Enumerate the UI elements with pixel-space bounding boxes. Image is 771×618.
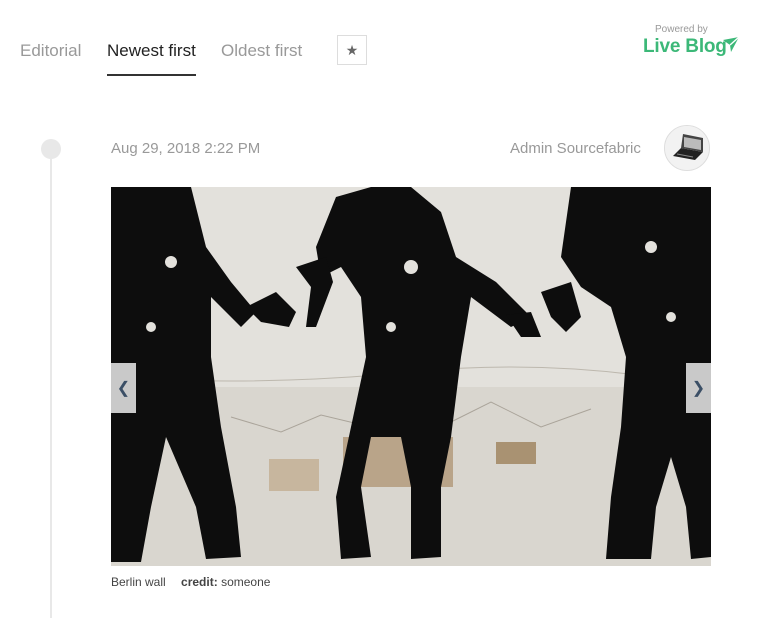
tab-editorial[interactable]: Editorial [20, 38, 81, 74]
live-blog-logo-text: Live Blog [643, 36, 727, 57]
tab-newest-first[interactable]: Newest first [107, 38, 196, 76]
caption-text: Berlin wall [111, 575, 166, 589]
credit-label: credit: [181, 575, 218, 589]
chevron-left-icon: ❮ [116, 380, 131, 397]
slideshow-next-button[interactable]: ❯ [686, 363, 711, 413]
credit-value: someone [221, 575, 271, 589]
live-blog-logo-icon [723, 36, 740, 52]
berlin-wall-image [111, 187, 711, 566]
powered-by-label: Powered by [655, 24, 708, 35]
tab-oldest-first[interactable]: Oldest first [221, 38, 302, 74]
author-avatar [664, 125, 710, 171]
timeline-line [50, 148, 52, 618]
author-name: Admin Sourcefabric [510, 140, 641, 157]
avatar-image [665, 126, 709, 170]
post-image [111, 187, 711, 566]
slideshow-prev-button[interactable]: ❮ [111, 363, 136, 413]
star-icon: ★ [345, 41, 359, 58]
chevron-right-icon: ❯ [691, 380, 706, 397]
post-date: Aug 29, 2018 2:22 PM [111, 140, 261, 157]
highlights-button[interactable]: ★ [337, 35, 367, 65]
image-caption: Berlin wall credit: someone [111, 575, 270, 589]
timeline-dot [41, 139, 61, 159]
